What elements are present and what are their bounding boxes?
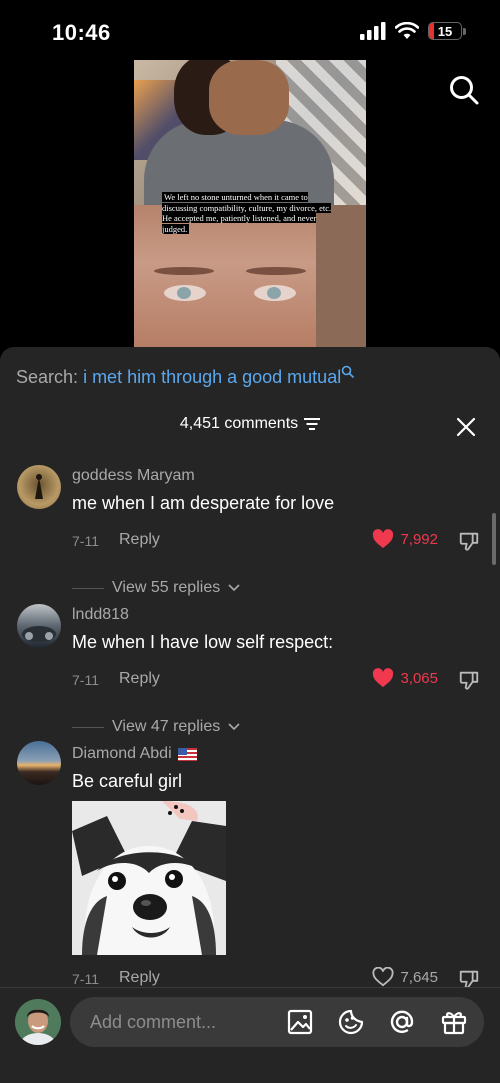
reply-button[interactable]: Reply xyxy=(119,969,160,987)
comment-username[interactable]: Diamond Abdi xyxy=(72,745,197,763)
mention-icon[interactable] xyxy=(388,1008,416,1036)
gift-icon[interactable] xyxy=(440,1008,468,1036)
chevron-down-icon xyxy=(228,723,240,731)
comment-username[interactable]: goddess Maryam xyxy=(72,467,195,485)
comment-input[interactable] xyxy=(90,997,280,1047)
avatar[interactable] xyxy=(17,465,61,509)
comment-date: 7-11 xyxy=(72,533,99,549)
like-button[interactable]: 3,065 xyxy=(372,668,438,688)
avatar[interactable] xyxy=(17,741,61,785)
status-bar: 10:46 15 xyxy=(0,0,500,60)
comments-sheet: Search: i met him through a good mutual … xyxy=(0,347,500,1083)
close-icon[interactable] xyxy=(456,417,476,437)
like-count: 3,065 xyxy=(400,669,438,687)
search-icon[interactable] xyxy=(448,74,480,106)
avatar[interactable] xyxy=(17,604,61,648)
battery-percent: 15 xyxy=(437,23,453,39)
my-avatar[interactable] xyxy=(15,999,61,1045)
chevron-down-icon xyxy=(228,584,240,592)
scrollbar[interactable] xyxy=(492,513,496,565)
dislike-icon[interactable] xyxy=(458,530,480,552)
comment-date: 7-11 xyxy=(72,971,99,987)
wifi-icon xyxy=(395,22,419,39)
comment-composer xyxy=(0,987,500,1083)
dislike-icon[interactable] xyxy=(458,669,480,691)
search-label: Search: xyxy=(16,367,79,387)
reply-button[interactable]: Reply xyxy=(119,531,160,549)
video-caption: We left no stone unturned when it came t… xyxy=(162,192,332,234)
like-count: 7,992 xyxy=(400,530,438,548)
battery-fill xyxy=(429,23,434,39)
view-replies-button[interactable]: View 55 replies xyxy=(72,579,240,597)
video-frame-top xyxy=(134,60,366,210)
comments-header: 4,451 comments xyxy=(0,415,500,441)
heart-filled-icon xyxy=(373,668,394,688)
battery-icon: 15 xyxy=(428,22,466,40)
signal-icon xyxy=(360,22,386,40)
emoji-icon[interactable] xyxy=(337,1008,365,1036)
comment-text: me when I am desperate for love xyxy=(72,493,335,513)
like-count: 7,645 xyxy=(400,968,438,986)
video-player[interactable]: We left no stone unturned when it came t… xyxy=(134,60,366,350)
heart-filled-icon xyxy=(373,529,394,549)
comment-text: Be careful girl xyxy=(72,771,183,791)
comment-count[interactable]: 4,451 comments xyxy=(180,415,321,433)
search-query[interactable]: i met him through a good mutual xyxy=(83,367,341,387)
view-replies-button[interactable]: View 47 replies xyxy=(72,718,240,736)
sort-icon[interactable] xyxy=(304,418,321,430)
comment-input-pill[interactable] xyxy=(70,997,484,1047)
comment-date: 7-11 xyxy=(72,672,99,688)
comment-username[interactable]: lndd818 xyxy=(72,606,129,624)
status-time: 10:46 xyxy=(52,20,111,45)
us-flag-icon xyxy=(177,747,197,761)
comment-text: Me when I have low self respect: xyxy=(72,632,334,652)
search-suggestion[interactable]: Search: i met him through a good mutual xyxy=(16,365,355,388)
like-button[interactable]: 7,645 xyxy=(372,967,438,987)
like-button[interactable]: 7,992 xyxy=(372,529,438,549)
status-icons: 15 xyxy=(360,22,466,40)
search-small-icon xyxy=(341,365,355,378)
image-icon[interactable] xyxy=(286,1008,314,1036)
reply-button[interactable]: Reply xyxy=(119,670,160,688)
heart-outline-icon xyxy=(372,967,394,987)
comment-image-husky[interactable] xyxy=(72,801,226,955)
